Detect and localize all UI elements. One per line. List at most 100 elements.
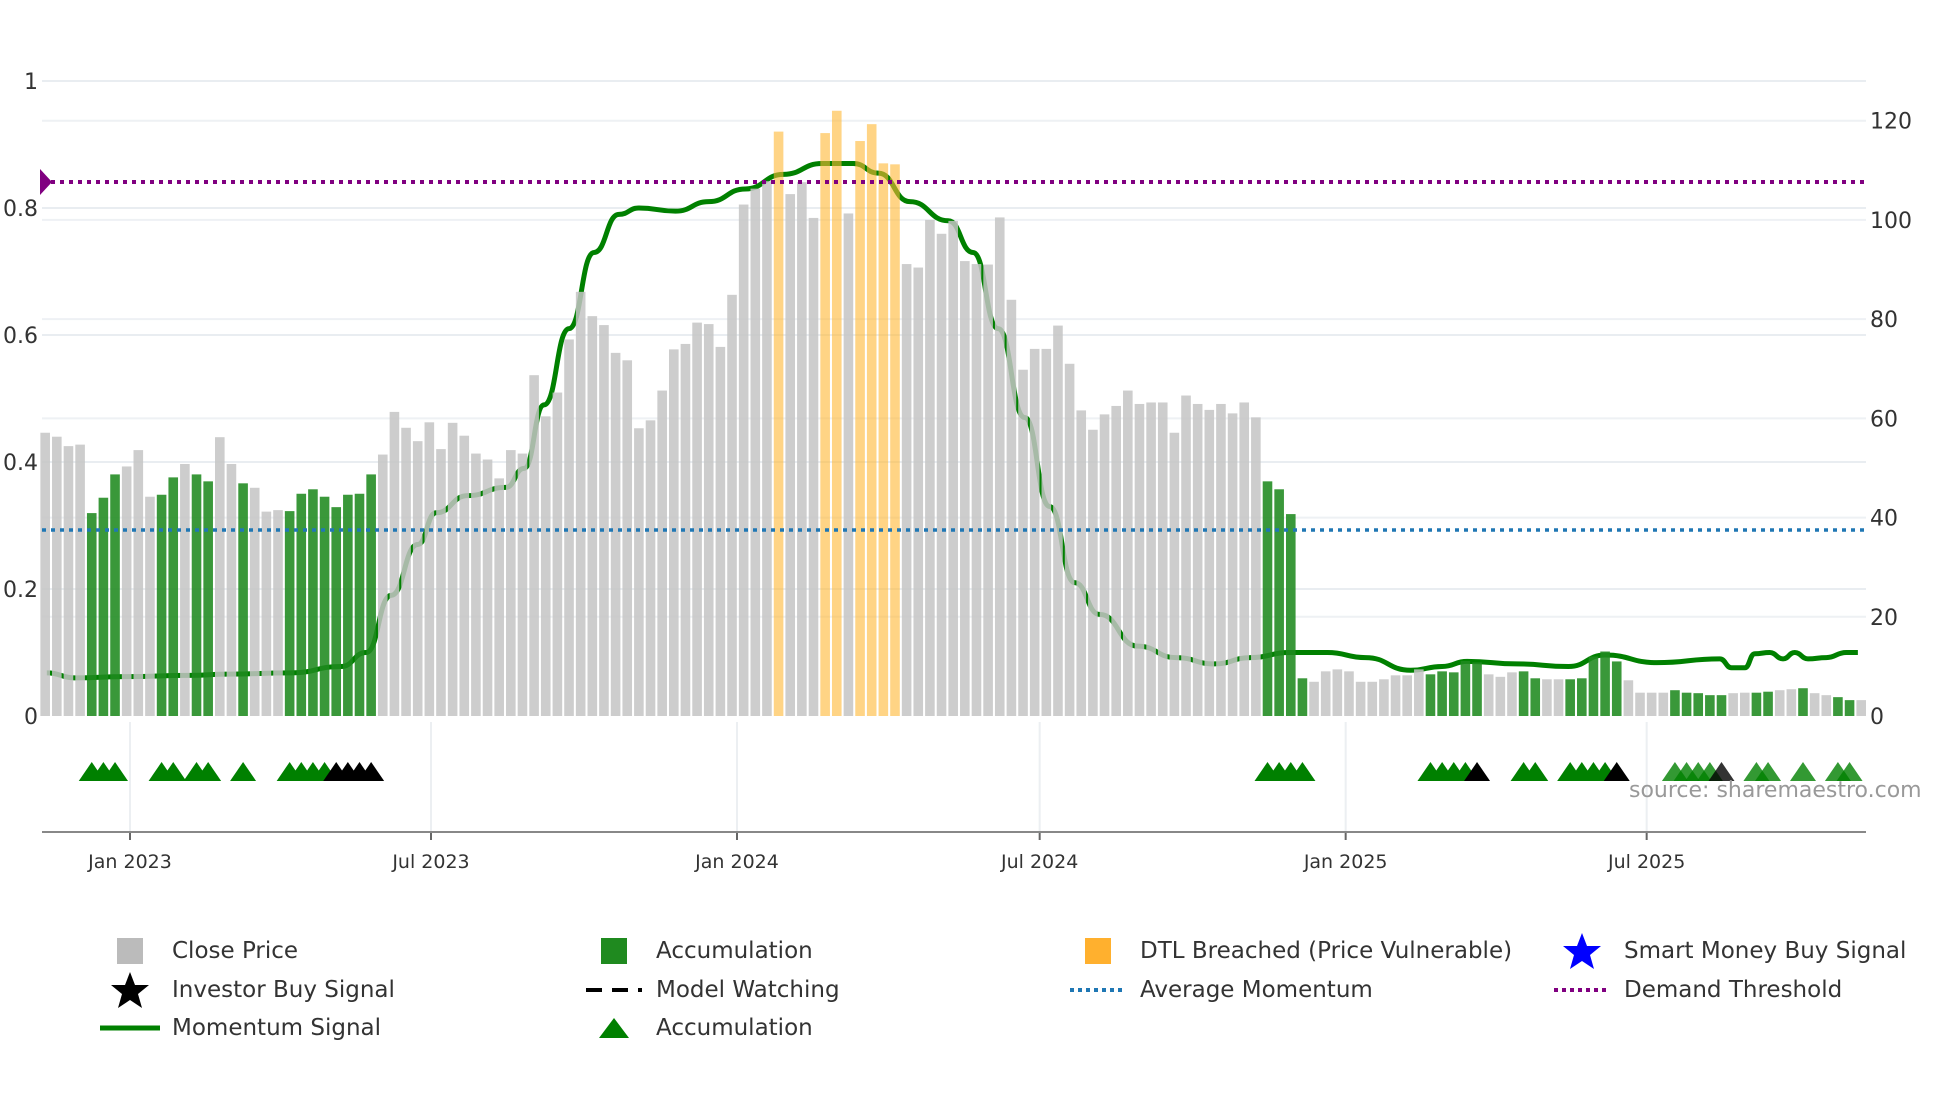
accumulation-bar bbox=[1681, 692, 1692, 716]
x-tick-label: Jan 2024 bbox=[694, 851, 779, 873]
close-price-bar bbox=[1739, 692, 1750, 716]
close-price-bar bbox=[703, 324, 714, 716]
dtl-breached-bar bbox=[855, 141, 865, 716]
close-price-bar bbox=[494, 478, 504, 716]
close-price-bar bbox=[1134, 403, 1145, 716]
close-price-bar bbox=[1309, 681, 1319, 716]
close-price-bar bbox=[63, 446, 74, 716]
close-price-bar bbox=[249, 487, 260, 716]
accumulation-bar bbox=[1798, 688, 1808, 716]
left-tick-label: 0.4 bbox=[3, 451, 38, 476]
accumulation-bar bbox=[1705, 695, 1715, 716]
close-price-bar bbox=[1495, 676, 1506, 716]
close-price-bar bbox=[40, 432, 50, 716]
close-price-bar bbox=[1181, 395, 1191, 716]
demand-threshold-diamond-icon bbox=[40, 168, 52, 195]
close-price-bar bbox=[1553, 679, 1564, 716]
close-price-bar bbox=[1355, 681, 1366, 716]
accumulation-bar bbox=[1670, 690, 1680, 716]
close-price-bar bbox=[727, 294, 737, 716]
close-price-bar bbox=[459, 435, 470, 716]
momentum-chart: 0 0.2 0.4 0.6 0.8 1 0 20 40 60 80 100 120 Jan 2023 Jul… bbox=[3, 70, 1912, 873]
accumulation-bar bbox=[1833, 697, 1843, 716]
close-price-bar bbox=[1507, 672, 1517, 716]
close-price-bar bbox=[1029, 348, 1040, 716]
close-price-bar bbox=[1821, 695, 1832, 716]
close-price-bar bbox=[808, 217, 819, 716]
close-price-bar bbox=[1018, 369, 1028, 716]
right-tick-label: 0 bbox=[1870, 705, 1884, 730]
close-price-bar bbox=[1320, 671, 1331, 716]
close-price-bar bbox=[447, 422, 458, 716]
close-price-bar bbox=[1332, 669, 1343, 716]
close-price-bar bbox=[936, 233, 947, 716]
close-price-bar bbox=[610, 352, 621, 716]
right-tick-label: 60 bbox=[1870, 407, 1898, 432]
accumulation-bar bbox=[86, 513, 97, 716]
close-price-bar bbox=[669, 349, 679, 716]
close-price-bar bbox=[180, 463, 190, 716]
close-price-bar bbox=[1146, 402, 1156, 716]
close-price-bar bbox=[960, 261, 970, 716]
close-price-bar bbox=[1239, 402, 1250, 716]
close-price-bar bbox=[1379, 679, 1389, 716]
right-tick-label: 100 bbox=[1870, 209, 1912, 234]
close-price-bar bbox=[506, 450, 516, 716]
close-price-bar bbox=[750, 188, 761, 716]
close-price-bar bbox=[1076, 410, 1087, 716]
close-price-bar bbox=[901, 264, 912, 716]
accumulation-bar bbox=[1611, 661, 1622, 716]
accumulation-bar bbox=[110, 474, 120, 716]
source-label: source: sharemaestro.com bbox=[1629, 778, 1922, 803]
close-price-bar bbox=[645, 420, 656, 716]
accumulation-bar bbox=[296, 493, 307, 716]
close-price-bar bbox=[1111, 405, 1121, 716]
close-price-bar bbox=[1204, 409, 1215, 716]
close-price-bar bbox=[424, 422, 435, 716]
close-price-bar bbox=[1483, 674, 1494, 716]
close-price-bar bbox=[1192, 403, 1203, 716]
accumulation-bar bbox=[1844, 700, 1855, 716]
accumulation-bar bbox=[1577, 678, 1587, 716]
close-price-bar bbox=[925, 219, 935, 716]
close-price-bar bbox=[1774, 690, 1785, 716]
accumulation-bar bbox=[354, 493, 365, 716]
x-tick-label: Jul 2025 bbox=[1607, 851, 1685, 873]
accumulation-bar bbox=[1437, 671, 1447, 716]
close-price-bar bbox=[1088, 429, 1098, 716]
left-tick-label: 0.8 bbox=[3, 197, 38, 222]
close-price-bar bbox=[389, 411, 400, 716]
close-price-bar bbox=[1006, 299, 1017, 716]
close-price-bar bbox=[1344, 671, 1354, 716]
close-price-bar bbox=[436, 449, 446, 716]
accumulation-bar bbox=[343, 494, 353, 716]
close-price-bar bbox=[1227, 413, 1238, 716]
close-price-bar bbox=[575, 291, 586, 716]
close-price-bar bbox=[121, 466, 132, 716]
accumulation-bar bbox=[331, 507, 342, 716]
dtl-breached-bar bbox=[820, 133, 830, 716]
close-price-bar bbox=[1099, 414, 1110, 716]
close-price-bar bbox=[75, 444, 85, 716]
close-price-bar bbox=[1123, 390, 1133, 716]
close-price-bar bbox=[622, 360, 633, 716]
close-price-bar bbox=[1786, 689, 1797, 716]
close-price-bar bbox=[1064, 363, 1075, 716]
close-price-bar bbox=[1623, 680, 1634, 716]
dtl-breached-bar bbox=[773, 131, 784, 716]
close-price-bar bbox=[471, 453, 481, 716]
left-tick-label: 0.6 bbox=[3, 324, 38, 349]
close-price-bar bbox=[1542, 679, 1552, 716]
close-price-bar bbox=[971, 264, 982, 716]
accumulation-bar bbox=[1763, 691, 1773, 716]
x-tick-label: Jan 2025 bbox=[1303, 851, 1388, 873]
close-price-bar bbox=[1402, 675, 1412, 716]
close-price-bar bbox=[587, 316, 598, 716]
dtl-breached-bar bbox=[866, 124, 877, 716]
accumulation-triangle-icon bbox=[230, 762, 257, 781]
accumulation-bar bbox=[1751, 692, 1762, 716]
left-tick-label: 0.2 bbox=[3, 578, 38, 603]
close-price-bar bbox=[226, 463, 237, 716]
accumulation-bar bbox=[366, 474, 376, 716]
x-tick-label: Jan 2023 bbox=[87, 851, 172, 873]
